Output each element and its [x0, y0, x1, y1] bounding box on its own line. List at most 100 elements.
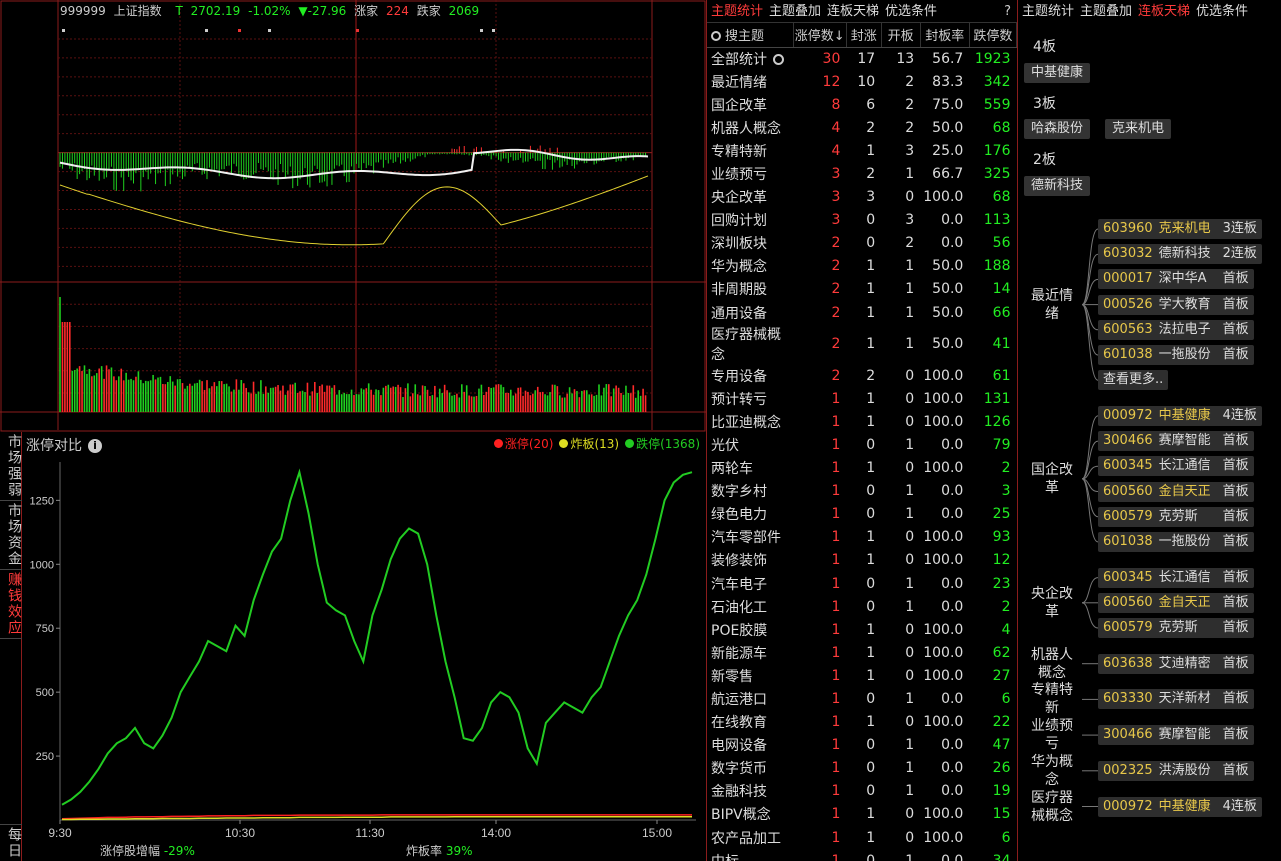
- theme-category[interactable]: 医疗器械概念: [1028, 789, 1076, 825]
- theme-name[interactable]: 专用设备: [707, 364, 793, 387]
- theme-stock-chip[interactable]: 002325 洪涛股份 首板: [1098, 760, 1254, 781]
- theme-category[interactable]: 专精特新: [1028, 681, 1076, 717]
- column-header[interactable]: 开板: [881, 23, 921, 48]
- column-header[interactable]: 跌停数: [969, 23, 1018, 48]
- table-row[interactable]: 金融科技 1 0 1 0.0 19: [707, 780, 1017, 803]
- theme-stock-chip[interactable]: 600563 法拉电子 首板: [1098, 319, 1254, 340]
- event-marker[interactable]: [356, 29, 359, 32]
- theme-name[interactable]: 石油化工: [707, 595, 793, 618]
- info-icon[interactable]: i: [88, 439, 102, 453]
- table-row[interactable]: 专用设备 2 2 0 100.0 61: [707, 364, 1017, 387]
- theme-name[interactable]: 比亚迪概念: [707, 410, 793, 433]
- theme-name[interactable]: 汽车零部件: [707, 526, 793, 549]
- table-row[interactable]: 新零售 1 1 0 100.0 27: [707, 664, 1017, 687]
- event-marker[interactable]: [480, 29, 483, 32]
- mid-tab-0[interactable]: 主题统计: [711, 4, 763, 19]
- theme-category[interactable]: 业绩预亏: [1028, 717, 1076, 753]
- theme-stock-chip[interactable]: 300466 赛摩智能 首板: [1098, 431, 1254, 452]
- event-marker[interactable]: [492, 29, 495, 32]
- theme-name[interactable]: 专精特新: [707, 139, 793, 162]
- table-row[interactable]: 光伏 1 0 1 0.0 79: [707, 433, 1017, 456]
- theme-name[interactable]: 两轮车: [707, 457, 793, 480]
- theme-category[interactable]: 华为概念: [1028, 753, 1076, 789]
- theme-name[interactable]: 装修装饰: [707, 549, 793, 572]
- theme-name[interactable]: 绿色电力: [707, 503, 793, 526]
- table-row[interactable]: 深圳板块 2 0 2 0.0 56: [707, 232, 1017, 255]
- table-row[interactable]: 电网设备 1 0 1 0.0 47: [707, 734, 1017, 757]
- theme-name[interactable]: 国企改革: [707, 93, 793, 116]
- ladder-stock-button[interactable]: 克来机电: [1105, 119, 1172, 139]
- legend-label[interactable]: 跌停(1368): [636, 437, 700, 451]
- event-marker[interactable]: [62, 29, 65, 32]
- theme-name[interactable]: 光伏: [707, 433, 793, 456]
- mid-tab-1[interactable]: 主题叠加: [769, 4, 821, 19]
- column-header[interactable]: 封板率: [920, 23, 970, 48]
- theme-stock-chip[interactable]: 000972 中基健康 4连板: [1098, 796, 1262, 817]
- theme-name[interactable]: 金融科技: [707, 780, 793, 803]
- theme-name[interactable]: 业绩预亏: [707, 162, 793, 185]
- theme-name[interactable]: 预计转亏: [707, 387, 793, 410]
- table-row[interactable]: 通用设备 2 1 1 50.0 66: [707, 301, 1017, 324]
- theme-stock-chip[interactable]: 603032 德新科技 2连板: [1098, 244, 1262, 265]
- help-icon[interactable]: ?: [1004, 0, 1011, 23]
- table-row[interactable]: BIPV概念 1 1 0 100.0 15: [707, 803, 1017, 826]
- ladder-tab-3[interactable]: 优选条件: [1196, 4, 1248, 19]
- theme-name[interactable]: 汽车电子: [707, 572, 793, 595]
- table-row[interactable]: 医疗器械概念 2 1 1 50.0 41: [707, 324, 1017, 364]
- table-row[interactable]: 新能源车 1 1 0 100.0 62: [707, 641, 1017, 664]
- search-icon[interactable]: [711, 31, 721, 42]
- theme-stock-chip[interactable]: 601038 一拖股份 首板: [1098, 345, 1254, 365]
- refresh-icon[interactable]: [773, 53, 784, 65]
- theme-stock-chip[interactable]: 603330 天洋新材 首板: [1098, 689, 1254, 710]
- table-row[interactable]: 绿色电力 1 0 1 0.0 25: [707, 503, 1017, 526]
- table-row[interactable]: 汽车电子 1 0 1 0.0 23: [707, 572, 1017, 595]
- table-row[interactable]: 在线教育 1 1 0 100.0 22: [707, 711, 1017, 734]
- theme-name[interactable]: 航运港口: [707, 687, 793, 710]
- theme-name[interactable]: 最近情绪: [707, 70, 793, 93]
- table-row[interactable]: POE胶膜 1 1 0 100.0 4: [707, 618, 1017, 641]
- theme-category[interactable]: 最近情绪: [1028, 287, 1076, 323]
- theme-name[interactable]: 新零售: [707, 664, 793, 687]
- theme-stock-chip[interactable]: 603638 艾迪精密 首板: [1098, 653, 1254, 674]
- vtab-0[interactable]: 市场强弱: [0, 432, 22, 501]
- theme-stock-chip[interactable]: 600560 金自天正 首板: [1098, 592, 1254, 613]
- theme-name[interactable]: 新能源车: [707, 641, 793, 664]
- table-row[interactable]: 业绩预亏 3 2 1 66.7 325: [707, 162, 1017, 185]
- column-header[interactable]: 涨停数↓: [793, 23, 847, 48]
- theme-name[interactable]: 农产品加工: [707, 826, 793, 849]
- table-row[interactable]: 最近情绪 12 10 2 83.3 342: [707, 70, 1017, 93]
- theme-name[interactable]: 数字货币: [707, 757, 793, 780]
- theme-name[interactable]: 数字乡村: [707, 480, 793, 503]
- table-row[interactable]: 回购计划 3 0 3 0.0 113: [707, 209, 1017, 232]
- theme-name[interactable]: BIPV概念: [707, 803, 793, 826]
- event-marker[interactable]: [238, 29, 241, 32]
- table-row[interactable]: 央企改革 3 3 0 100.0 68: [707, 186, 1017, 209]
- mid-tab-2[interactable]: 连板天梯: [827, 4, 879, 19]
- event-marker[interactable]: [268, 29, 271, 32]
- table-row[interactable]: 农产品加工 1 1 0 100.0 6: [707, 826, 1017, 849]
- table-row[interactable]: 专精特新 4 1 3 25.0 176: [707, 139, 1017, 162]
- ladder-tab-2[interactable]: 连板天梯: [1138, 4, 1190, 19]
- vtab-2[interactable]: 赚钱效应: [0, 570, 22, 639]
- table-row[interactable]: 石油化工 1 0 1 0.0 2: [707, 595, 1017, 618]
- vtab-3[interactable]: 每日: [0, 824, 22, 861]
- theme-name[interactable]: 通用设备: [707, 301, 793, 324]
- theme-stock-chip[interactable]: 000017 深中华A 首板: [1098, 269, 1254, 290]
- legend-label[interactable]: 炸板(13): [570, 437, 619, 451]
- mid-tab-3[interactable]: 优选条件: [885, 4, 937, 19]
- table-row[interactable]: 航运港口 1 0 1 0.0 6: [707, 687, 1017, 710]
- theme-name[interactable]: 央企改革: [707, 186, 793, 209]
- table-row[interactable]: 比亚迪概念 1 1 0 100.0 126: [707, 410, 1017, 433]
- event-marker[interactable]: [205, 29, 208, 32]
- theme-name[interactable]: 华为概念: [707, 255, 793, 278]
- table-row[interactable]: 非周期股 2 1 1 50.0 14: [707, 278, 1017, 301]
- theme-name[interactable]: 在线教育: [707, 711, 793, 734]
- theme-stock-chip[interactable]: 603960 克来机电 3连板: [1098, 219, 1262, 239]
- theme-stock-chip[interactable]: 600579 克劳斯 首板: [1098, 506, 1254, 527]
- view-more-button[interactable]: 查看更多..: [1098, 370, 1169, 391]
- search-theme-header[interactable]: 搜主题: [707, 23, 794, 48]
- table-row[interactable]: 两轮车 1 1 0 100.0 2: [707, 457, 1017, 480]
- theme-name[interactable]: 深圳板块: [707, 232, 793, 255]
- theme-stock-chip[interactable]: 600345 长江通信 首板: [1098, 456, 1254, 477]
- theme-stock-chip[interactable]: 300466 赛摩智能 首板: [1098, 725, 1254, 746]
